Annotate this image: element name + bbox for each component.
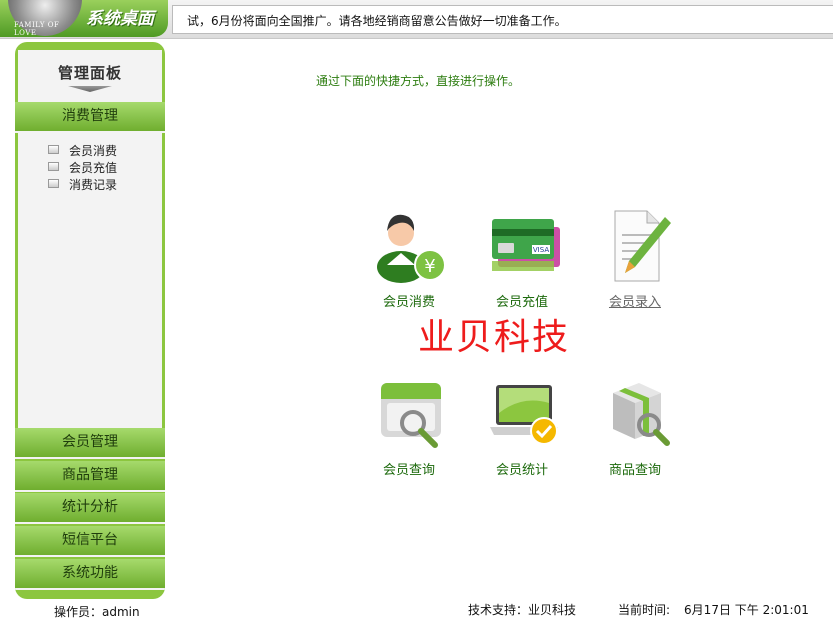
- shortcut-label: 会员统计: [495, 463, 548, 478]
- status-bar: 操作员：admin 技术支持：业贝科技 当前时间: 6月17日 下午 2:01:0…: [0, 599, 833, 619]
- member-recharge-icon: VISA: [482, 205, 562, 285]
- operator-info: 操作员：admin: [54, 603, 140, 620]
- menu-product-management[interactable]: 商品管理: [15, 461, 165, 492]
- shortcut-member-recharge[interactable]: VISA 会员充值: [472, 205, 572, 310]
- product-query-icon: [595, 373, 675, 453]
- watermark-text: 业贝科技: [418, 317, 571, 358]
- time-info: 当前时间: 6月17日 下午 2:01:01: [618, 601, 809, 618]
- menu-item-member-consume[interactable]: 会员消费: [48, 142, 117, 159]
- arrow-down-icon: [68, 86, 112, 92]
- shortcut-label: 商品查询: [608, 463, 661, 478]
- member-consume-icon: ¥: [369, 205, 449, 285]
- shortcut-label: 会员查询: [382, 463, 435, 478]
- bullet-icon: [48, 145, 59, 154]
- support-info: 技术支持：业贝科技: [468, 601, 576, 618]
- menu-item-member-recharge[interactable]: 会员充值: [48, 159, 117, 176]
- notice-box: 试，6月份将面向全国推广。请各地经销商留意公告做好一切准备工作。: [172, 5, 833, 34]
- hint-text: 通过下面的快捷方式，直接进行操作。: [316, 74, 521, 88]
- svg-text:VISA: VISA: [533, 246, 549, 254]
- member-query-icon: [369, 373, 449, 453]
- logo: FAMILY OF LOVE 系统桌面: [0, 0, 168, 37]
- time-label: 当前时间:: [618, 603, 671, 617]
- operator-name: admin: [102, 605, 140, 619]
- top-bar: FAMILY OF LOVE 系统桌面 试，6月份将面向全国推广。请各地经销商留…: [0, 0, 833, 39]
- menu-item-consume-records[interactable]: 消费记录: [48, 176, 117, 193]
- brand-title[interactable]: 系统桌面: [86, 4, 154, 29]
- sidebar: 管理面板 消费管理 会员消费 会员充值 消费记录 会员管理 商品管理 统计分析 …: [15, 42, 165, 599]
- bullet-icon: [48, 162, 59, 171]
- support-label: 技术支持：: [468, 603, 529, 617]
- shortcut-member-stats[interactable]: 会员统计: [472, 373, 572, 478]
- logo-text: FAMILY OF LOVE: [14, 21, 60, 37]
- shortcut-member-query[interactable]: 会员查询: [359, 373, 459, 478]
- support-value: 业贝科技: [528, 603, 577, 617]
- menu-statistics[interactable]: 统计分析: [15, 493, 165, 524]
- menu-consume-management[interactable]: 消费管理: [15, 102, 165, 133]
- member-stats-icon: [482, 373, 562, 453]
- svg-text:¥: ¥: [424, 256, 435, 277]
- bullet-icon: [48, 179, 59, 188]
- shortcut-member-consume[interactable]: ¥ 会员消费: [359, 205, 459, 310]
- menu-member-management[interactable]: 会员管理: [15, 428, 165, 459]
- panel-title: 管理面板: [57, 64, 122, 82]
- shortcut-member-entry[interactable]: 会员录入: [585, 205, 685, 310]
- notice-text: 试，6月份将面向全国推广。请各地经销商留意公告做好一切准备工作。: [187, 14, 567, 28]
- menu-system-functions[interactable]: 系统功能: [15, 559, 165, 590]
- member-entry-icon: [595, 205, 675, 285]
- time-value: 6月17日 下午 2:01:01: [684, 603, 809, 617]
- shortcut-product-query[interactable]: 商品查询: [585, 373, 685, 478]
- menu-sms-platform[interactable]: 短信平台: [15, 526, 165, 557]
- operator-label: 操作员：: [54, 605, 103, 619]
- shortcut-label: 会员录入: [608, 295, 661, 310]
